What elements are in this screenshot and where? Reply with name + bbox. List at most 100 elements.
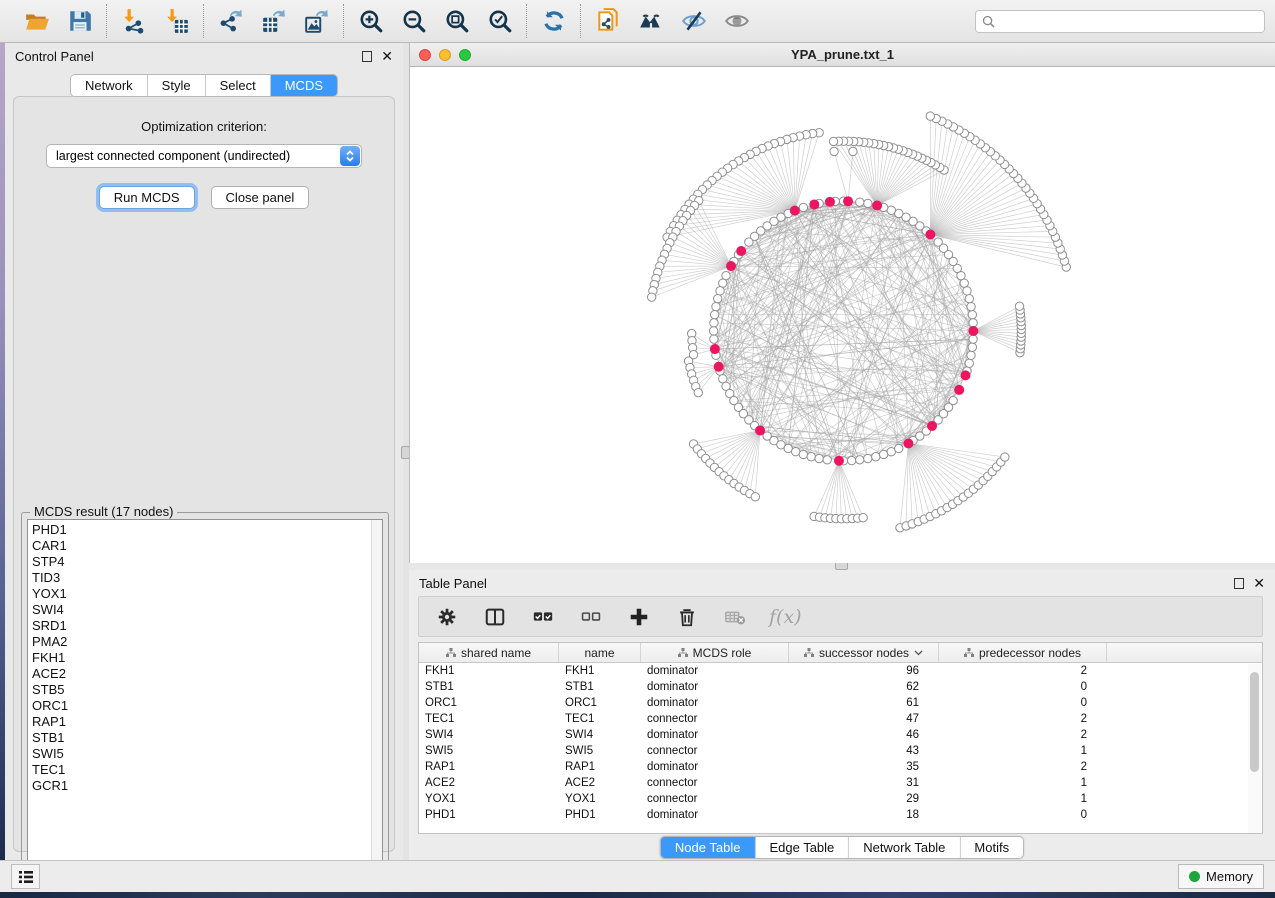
network-node[interactable] (847, 456, 855, 464)
network-node[interactable] (968, 343, 976, 351)
tab-motifs[interactable]: Motifs (960, 837, 1023, 858)
search-box[interactable] (975, 10, 1265, 33)
mcds-result-item[interactable]: ORC1 (32, 698, 382, 714)
mcds-list-scrollbar[interactable] (371, 520, 382, 872)
network-node[interactable] (1015, 302, 1023, 310)
mcds-hub-node[interactable] (809, 199, 819, 209)
show-all-icon[interactable] (723, 8, 750, 35)
network-node[interactable] (712, 302, 720, 310)
mcds-result-item[interactable]: SRD1 (32, 618, 382, 634)
show-column-icon[interactable] (481, 603, 508, 630)
mcds-hub-node[interactable] (825, 197, 835, 207)
network-node[interactable] (949, 396, 957, 404)
mcds-hub-node[interactable] (968, 326, 978, 336)
network-node[interactable] (799, 203, 807, 211)
mcds-hub-node[interactable] (925, 229, 935, 239)
network-node[interactable] (823, 456, 831, 464)
mcds-result-item[interactable]: STB1 (32, 730, 382, 746)
network-node[interactable] (969, 319, 977, 327)
mcds-result-item[interactable]: CAR1 (32, 538, 382, 554)
network-node[interactable] (751, 493, 759, 501)
save-session-icon[interactable] (66, 8, 93, 35)
network-node[interactable] (799, 450, 807, 458)
export-table-icon[interactable] (260, 8, 287, 35)
table-row[interactable]: RAP1RAP1dominator352 (419, 759, 1262, 775)
mcds-result-item[interactable]: TID3 (32, 570, 382, 586)
mcds-hub-node[interactable] (834, 456, 844, 466)
network-window-titlebar[interactable]: YPA_prune.txt_1 (410, 43, 1275, 67)
mcds-hub-node[interactable] (726, 261, 736, 271)
refresh-icon[interactable] (540, 8, 567, 35)
run-mcds-button[interactable]: Run MCDS (99, 186, 195, 209)
table-row[interactable]: TEC1TEC1connector472 (419, 711, 1262, 727)
optimization-criterion-select[interactable]: largest connected component (undirected) (46, 144, 362, 168)
close-panel-icon[interactable]: ✕ (1253, 578, 1265, 589)
zoom-fit-icon[interactable] (443, 8, 470, 35)
column-header-name[interactable]: name (559, 643, 641, 662)
network-node[interactable] (830, 147, 838, 155)
mcds-hub-node[interactable] (961, 370, 971, 380)
mcds-result-item[interactable]: FKH1 (32, 650, 382, 666)
mcds-hub-node[interactable] (927, 421, 937, 431)
network-node[interactable] (879, 450, 887, 458)
mcds-result-item[interactable]: SWI4 (32, 602, 382, 618)
mcds-hub-node[interactable] (755, 425, 765, 435)
network-node[interactable] (872, 453, 880, 461)
open-file-icon[interactable] (23, 8, 50, 35)
zoom-out-icon[interactable] (400, 8, 427, 35)
float-panel-icon[interactable] (362, 51, 372, 62)
network-node[interactable] (829, 137, 837, 145)
network-node[interactable] (965, 294, 973, 302)
show-panels-list-button[interactable] (11, 864, 40, 889)
network-node[interactable] (856, 456, 864, 464)
table-row[interactable]: PHD1PHD1dominator180 (419, 807, 1262, 823)
network-node[interactable] (807, 453, 815, 461)
unselect-all-icon[interactable] (577, 603, 604, 630)
network-node[interactable] (709, 327, 717, 335)
table-row[interactable]: SWI4SWI4dominator462 (419, 727, 1262, 743)
network-node[interactable] (1001, 453, 1009, 461)
network-node[interactable] (969, 335, 977, 343)
table-scrollbar[interactable] (1248, 664, 1261, 834)
export-network-icon[interactable] (217, 8, 244, 35)
mcds-result-item[interactable]: YOX1 (32, 586, 382, 602)
mcds-hub-node[interactable] (790, 206, 800, 216)
network-graph-canvas[interactable] (410, 67, 1275, 562)
node-table[interactable]: shared namenameMCDS rolesuccessor nodesp… (418, 642, 1263, 834)
table-row[interactable]: ORC1ORC1dominator610 (419, 695, 1262, 711)
float-panel-icon[interactable] (1234, 578, 1244, 589)
tab-network[interactable]: Network (71, 75, 148, 96)
mcds-result-item[interactable]: PMA2 (32, 634, 382, 650)
network-node[interactable] (849, 147, 857, 155)
network-node[interactable] (967, 351, 975, 359)
mcds-result-item[interactable]: ACE2 (32, 666, 382, 682)
network-node[interactable] (859, 514, 867, 522)
table-row[interactable]: SWI5SWI5connector431 (419, 743, 1262, 759)
network-node[interactable] (710, 335, 718, 343)
network-node[interactable] (710, 319, 718, 327)
mcds-result-item[interactable]: PHD1 (32, 522, 382, 538)
mcds-result-list[interactable]: PHD1CAR1STP4TID3YOX1SWI4SRD1PMA2FKH1ACE2… (27, 519, 383, 873)
export-image-icon[interactable] (303, 8, 330, 35)
mcds-hub-node[interactable] (714, 362, 724, 372)
close-panel-button[interactable]: Close panel (211, 186, 310, 209)
table-row[interactable]: STB1STB1dominator620 (419, 679, 1262, 695)
select-all-icon[interactable] (529, 603, 556, 630)
network-node[interactable] (792, 448, 800, 456)
network-node[interactable] (745, 238, 753, 246)
network-node[interactable] (710, 311, 718, 319)
network-node[interactable] (934, 238, 942, 246)
network-node[interactable] (647, 293, 655, 301)
network-node[interactable] (864, 454, 872, 462)
column-header-shared-name[interactable]: shared name (419, 643, 559, 662)
mcds-result-item[interactable]: TEC1 (32, 762, 382, 778)
tab-node-table[interactable]: Node Table (661, 837, 756, 858)
network-node[interactable] (719, 279, 727, 287)
mcds-hub-node[interactable] (954, 385, 964, 395)
network-node[interactable] (968, 311, 976, 319)
network-node[interactable] (714, 294, 722, 302)
network-node[interactable] (815, 454, 823, 462)
add-row-icon[interactable] (625, 603, 652, 630)
clone-network-icon[interactable] (594, 8, 621, 35)
mcds-hub-node[interactable] (710, 344, 720, 354)
